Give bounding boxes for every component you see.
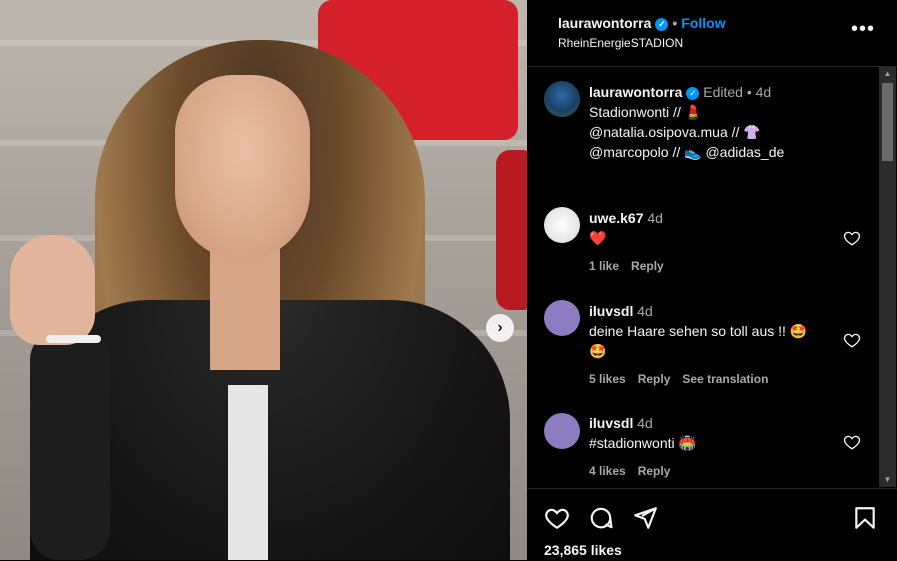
face	[175, 75, 310, 260]
scroll-up-icon[interactable]: ▲	[879, 67, 896, 81]
comment-username[interactable]: iluvsdl	[589, 303, 633, 319]
heart-icon[interactable]	[843, 433, 861, 451]
hand	[10, 235, 95, 345]
comment-actions: 1 like Reply	[589, 256, 839, 276]
comment-time: 4d	[647, 210, 663, 226]
caption-line: Stadionwonti // 💄	[589, 104, 703, 120]
caption-time: 4d	[755, 84, 772, 100]
edited-label: Edited	[703, 84, 743, 100]
header-username[interactable]: laurawontorra	[558, 15, 651, 31]
header-user-line: laurawontorra ✓ • Follow	[558, 15, 726, 31]
comments-scroll-area[interactable]: laurawontorra ✓ Edited • 4d Stadionwonti …	[527, 67, 877, 487]
comment-username[interactable]: uwe.k67	[589, 210, 643, 226]
heart-icon[interactable]	[843, 331, 861, 349]
comment-text: deine Haare sehen so toll aus !! 🤩	[589, 323, 808, 339]
heart-icon[interactable]	[544, 505, 570, 531]
scroll-down-icon[interactable]: ▼	[879, 473, 896, 487]
avatar[interactable]	[544, 300, 580, 336]
comment-time: 4d	[637, 303, 653, 319]
caption-username[interactable]: laurawontorra	[589, 84, 682, 100]
reply-button[interactable]: Reply	[631, 259, 664, 273]
location-link[interactable]: RheinEnergieSTADION	[558, 36, 683, 50]
caption-line: @marcopolo // 👟 @adidas_de	[589, 144, 785, 160]
comment-actions: 5 likes Reply See translation	[589, 369, 839, 389]
see-translation-button[interactable]: See translation	[682, 372, 768, 386]
bracelet	[46, 335, 101, 343]
likes-count[interactable]: 23,865 likes	[544, 542, 622, 558]
scrollbar[interactable]: ▲ ▼	[879, 67, 896, 487]
comment: iluvsdl 4d deine Haare sehen so toll aus…	[589, 301, 839, 389]
white-shirt	[228, 385, 268, 560]
comment-likes[interactable]: 1 like	[589, 259, 619, 273]
post-actions-footer: 23,865 likes	[527, 488, 897, 561]
comment-icon[interactable]	[588, 505, 614, 531]
post-caption: laurawontorra ✓ Edited • 4d Stadionwonti …	[589, 82, 859, 162]
post-photo: ›	[0, 0, 527, 560]
avatar[interactable]	[544, 413, 580, 449]
send-icon[interactable]	[632, 505, 658, 531]
comment-text-continued: 🤩	[589, 343, 607, 359]
arm	[30, 330, 110, 560]
follow-button[interactable]: Follow	[681, 15, 725, 31]
caption-line: @natalia.osipova.mua // 👚	[589, 124, 761, 140]
comment-text: ❤️	[589, 230, 607, 246]
verified-icon: ✓	[655, 17, 669, 31]
reply-button[interactable]: Reply	[638, 372, 671, 386]
separator-dot: •	[672, 15, 678, 31]
chevron-right-icon: ›	[497, 319, 503, 336]
comment-text: #stadionwonti 🏟️	[589, 435, 696, 451]
verified-icon: ✓	[686, 86, 700, 100]
post-header: laurawontorra ✓ • Follow RheinEnergieSTADIO…	[527, 0, 897, 67]
comment-actions: 4 likes Reply	[589, 461, 839, 481]
post-side-panel: laurawontorra ✓ • Follow RheinEnergieSTADIO…	[527, 0, 897, 560]
stadium-seat	[496, 150, 527, 310]
avatar[interactable]	[544, 207, 580, 243]
next-photo-button[interactable]: ›	[486, 314, 514, 342]
avatar[interactable]	[544, 81, 580, 117]
comment-likes[interactable]: 4 likes	[589, 464, 626, 478]
comment: uwe.k67 4d ❤️ 1 like Reply	[589, 208, 839, 276]
heart-icon[interactable]	[843, 229, 861, 247]
reply-button[interactable]: Reply	[638, 464, 671, 478]
comment-username[interactable]: iluvsdl	[589, 415, 633, 431]
comment-likes[interactable]: 5 likes	[589, 372, 626, 386]
bookmark-icon[interactable]	[852, 505, 878, 531]
comment: iluvsdl 4d #stadionwonti 🏟️ 4 likes Reply	[589, 413, 839, 481]
comment-time: 4d	[637, 415, 653, 431]
separator-dot: •	[742, 84, 756, 100]
more-icon[interactable]: •••	[851, 18, 875, 41]
scrollbar-thumb[interactable]	[882, 83, 893, 161]
